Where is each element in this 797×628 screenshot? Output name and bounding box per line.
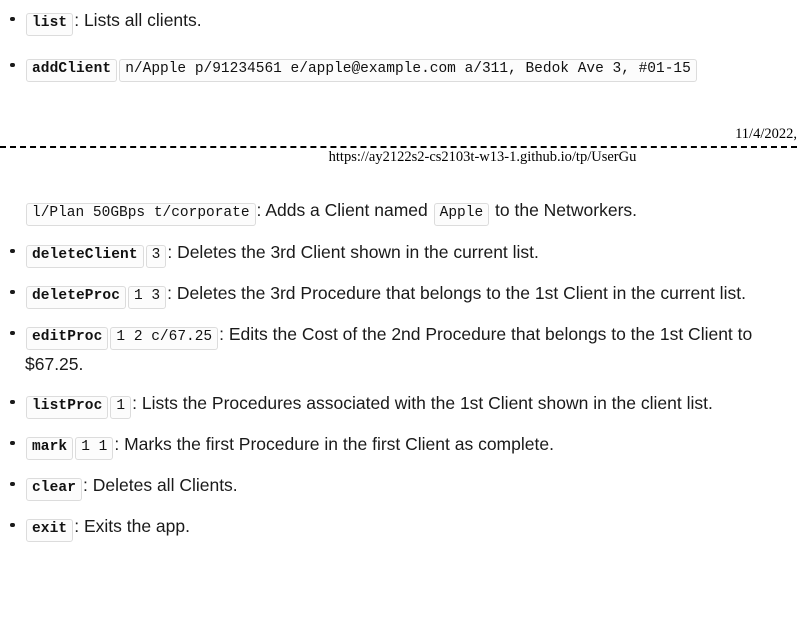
command-separator: : [219,323,229,344]
command-description: Deletes all Clients. [92,474,238,495]
list-bullet-icon [10,289,15,295]
command-arguments-code: 1 1 [75,437,114,460]
command-name-code: editProc [26,326,109,350]
printed-page-two: l/Plan 50GBps t/corporate: Adds a Client… [0,196,797,553]
command-separator: : [132,393,142,414]
list-bullet-icon [10,62,15,68]
list-bullet-icon [10,481,15,487]
command-name-code: mark [26,437,74,460]
command-separator: : [114,434,125,455]
command-separator: : [167,282,177,303]
command-name-code: clear [26,477,83,501]
command-item-exit: exit: Exits the app. [0,512,797,542]
command-description-after: to the Networkers. [490,200,638,220]
command-separator: : [74,10,84,30]
command-name-code: deleteProc [26,285,127,309]
command-description: Marks the first Procedure in the first C… [124,434,554,455]
command-separator: : [167,241,178,262]
command-description: Exits the app. [83,515,190,536]
command-separator: : [74,515,84,536]
command-arguments-code-continued: l/Plan 50GBps t/corporate [26,203,256,226]
command-item-deleteclient: deleteClient 3: Deletes the 3rd Client sh… [0,238,797,268]
command-separator: : [256,200,266,220]
command-item-editproc: editProc 1 2 c/67.25: Edits the Cost of t… [0,320,797,378]
command-description: Lists all clients. [83,10,202,30]
command-name-code: listProc [26,396,109,420]
command-arguments-code: 1 2 c/67.25 [110,326,219,350]
page-break-divider [0,146,797,148]
command-name-code: deleteClient [26,244,144,268]
command-name-code: addClient [26,59,118,82]
command-item-addclient: addClient n/Apple p/91234561 e/apple@exam… [0,52,797,82]
command-item-clear: clear: Deletes all Clients. [0,471,797,501]
list-bullet-icon [10,16,15,22]
print-page-break: 11/4/2022, https://ay2122s2-cs2103t-w13-… [0,126,797,174]
list-bullet-icon [10,440,15,446]
command-description-before: Adds a Client named [265,200,433,220]
command-arguments-code: 1 [110,396,132,420]
command-item-deleteproc: deleteProc 1 3: Deletes the 3rd Procedure… [0,279,797,309]
command-name-code: list [26,13,74,36]
command-arguments-code: 1 3 [128,285,167,309]
list-bullet-icon [10,248,15,254]
command-item-mark: mark 1 1: Marks the first Procedure in th… [0,430,797,460]
command-item-addclient-continuation: l/Plan 50GBps t/corporate: Adds a Client… [0,196,797,226]
command-description: Deletes the 3rd Client shown in the curr… [177,241,539,262]
command-arguments-code: 3 [145,244,167,268]
list-bullet-icon [10,330,15,336]
command-item-listproc: listProc 1: Lists the Procedures associat… [0,389,797,420]
command-separator: : [83,474,93,495]
list-bullet-icon [10,399,15,405]
command-arguments-code: n/Apple p/91234561 e/apple@example.com a… [119,59,697,82]
inline-code-apple: Apple [433,203,490,226]
command-name-code: exit [26,518,74,542]
list-bullet-icon [10,522,15,528]
command-item-list: list: Lists all clients. [0,6,797,36]
command-description: Deletes the 3rd Procedure that belongs t… [176,282,746,303]
print-url: https://ay2122s2-cs2103t-w13-1.github.io… [328,149,637,165]
print-date: 11/4/2022, [735,126,797,142]
command-description: Lists the Procedures associated with the… [141,393,713,414]
